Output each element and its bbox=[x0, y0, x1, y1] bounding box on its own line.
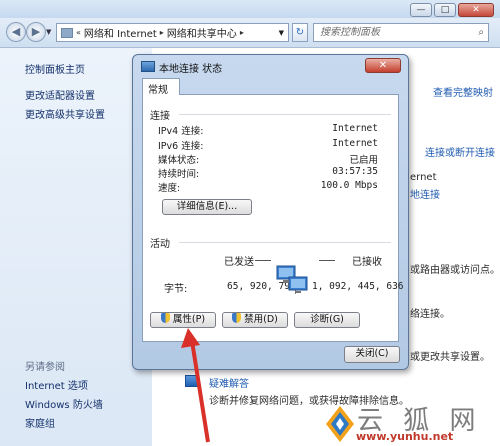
diagnose-button[interactable]: 诊断(G) bbox=[294, 312, 360, 328]
chevron-right-icon: ▸ bbox=[159, 28, 164, 37]
chevron-right-icon: ▸ bbox=[239, 28, 244, 37]
properties-label: 属性(P) bbox=[172, 314, 206, 325]
search-icon[interactable]: ⌕ bbox=[478, 24, 484, 41]
sidebar-item-advanced-sharing-settings[interactable]: 更改高级共享设置 bbox=[25, 106, 105, 121]
address-bar[interactable]: « 网络和 Internet ▸ 网络和共享中心 ▸ ▼ bbox=[56, 23, 289, 42]
ipv4-value: Internet bbox=[332, 123, 378, 134]
media-state-value: 已启用 bbox=[349, 155, 378, 166]
breadcrumb-network-internet[interactable]: 网络和 Internet bbox=[84, 25, 157, 40]
general-panel: 连接 IPv4 连接: Internet IPv6 连接: Internet 媒… bbox=[142, 94, 404, 342]
sent-label: 已发送 bbox=[224, 257, 254, 268]
duration-value: 03:57:35 bbox=[332, 166, 378, 177]
sharing-settings-text: 或更改共享设置。 bbox=[410, 352, 490, 363]
close-button[interactable]: 关闭(C) bbox=[344, 346, 400, 363]
activity-group-label: 活动 bbox=[150, 239, 170, 250]
properties-button[interactable]: 属性(P) bbox=[150, 312, 216, 328]
access-type-value: ernet bbox=[410, 172, 437, 183]
search-input[interactable]: 搜索控制面板 ⌕ bbox=[313, 23, 489, 42]
received-label: 已接收 bbox=[352, 257, 382, 268]
watermark-url: www.yunhu.net bbox=[356, 430, 454, 443]
troubleshoot-link[interactable]: 疑难解答 bbox=[209, 375, 249, 390]
network-connection-icon bbox=[141, 61, 155, 72]
address-dropdown-icon[interactable]: ▼ bbox=[279, 29, 288, 37]
tab-general[interactable]: 常规 bbox=[142, 78, 180, 96]
connection-group-label: 连接 bbox=[150, 111, 170, 122]
search-placeholder: 搜索控制面板 bbox=[320, 27, 380, 38]
uac-shield-icon bbox=[160, 313, 170, 323]
control-panel-icon bbox=[61, 27, 73, 38]
bytes-label: 字节: bbox=[164, 284, 188, 295]
minimize-button[interactable]: — bbox=[410, 3, 432, 17]
connect-network-text: 络连接。 bbox=[410, 309, 450, 320]
sent-dash bbox=[255, 260, 271, 261]
divider bbox=[179, 242, 391, 243]
connect-disconnect-link[interactable]: 连接或断开连接 bbox=[425, 144, 495, 159]
network-activity-icon bbox=[276, 265, 308, 293]
see-also-homegroup[interactable]: 家庭组 bbox=[25, 415, 55, 430]
navigation-toolbar: ◀ ▶ ▼ « 网络和 Internet ▸ 网络和共享中心 ▸ ▼ ↻ 搜索控… bbox=[0, 18, 500, 48]
forward-arrow-icon[interactable]: ▶ bbox=[26, 22, 46, 42]
bytes-received-value: 1, 092, 445, 636 bbox=[312, 281, 404, 292]
received-dash bbox=[319, 260, 335, 261]
disable-label: 禁用(D) bbox=[244, 314, 278, 325]
refresh-button[interactable]: ↻ bbox=[292, 23, 308, 42]
details-button[interactable]: 详细信息(E)... bbox=[162, 199, 252, 215]
troubleshoot-icon bbox=[185, 375, 199, 387]
local-connection-status-dialog: 本地连接 状态 ✕ 常规 连接 IPv4 连接: Internet IPv6 连… bbox=[132, 54, 409, 370]
breadcrumb-network-sharing-center[interactable]: 网络和共享中心 bbox=[167, 25, 237, 40]
address-overflow[interactable]: « bbox=[76, 28, 81, 37]
divider bbox=[179, 114, 391, 115]
dialog-title: 本地连接 状态 bbox=[159, 64, 223, 75]
uac-shield-icon bbox=[232, 313, 242, 323]
sidebar-item-change-adapter-settings[interactable]: 更改适配器设置 bbox=[25, 87, 95, 102]
see-also-internet-options[interactable]: Internet 选项 bbox=[25, 377, 88, 392]
close-window-button[interactable]: ✕ bbox=[458, 3, 494, 17]
speed-value: 100.0 Mbps bbox=[320, 180, 378, 191]
view-full-map-link[interactable]: 查看完整映射 bbox=[433, 84, 493, 99]
sidebar-item-control-panel-home[interactable]: 控制面板主页 bbox=[25, 61, 85, 76]
ipv4-label: IPv4 连接: bbox=[158, 126, 204, 137]
see-also-heading: 另请参阅 bbox=[25, 362, 65, 373]
back-arrow-icon[interactable]: ◀ bbox=[6, 22, 26, 42]
speed-label: 速度: bbox=[158, 183, 181, 194]
see-also-windows-firewall[interactable]: Windows 防火墙 bbox=[25, 396, 103, 411]
ipv6-label: IPv6 连接: bbox=[158, 141, 204, 152]
dialog-close-button[interactable]: ✕ bbox=[365, 58, 401, 73]
window-titlebar: — □ ✕ bbox=[0, 0, 500, 18]
setup-router-text: 或路由器或访问点。 bbox=[410, 265, 500, 276]
maximize-button[interactable]: □ bbox=[434, 3, 456, 17]
media-state-label: 媒体状态: bbox=[158, 155, 200, 166]
history-dropdown-icon[interactable]: ▼ bbox=[46, 28, 51, 36]
disable-button[interactable]: 禁用(D) bbox=[222, 312, 288, 328]
local-connection-link[interactable]: 地连接 bbox=[410, 186, 440, 201]
ipv6-value: Internet bbox=[332, 138, 378, 149]
duration-label: 持续时间: bbox=[158, 169, 200, 180]
